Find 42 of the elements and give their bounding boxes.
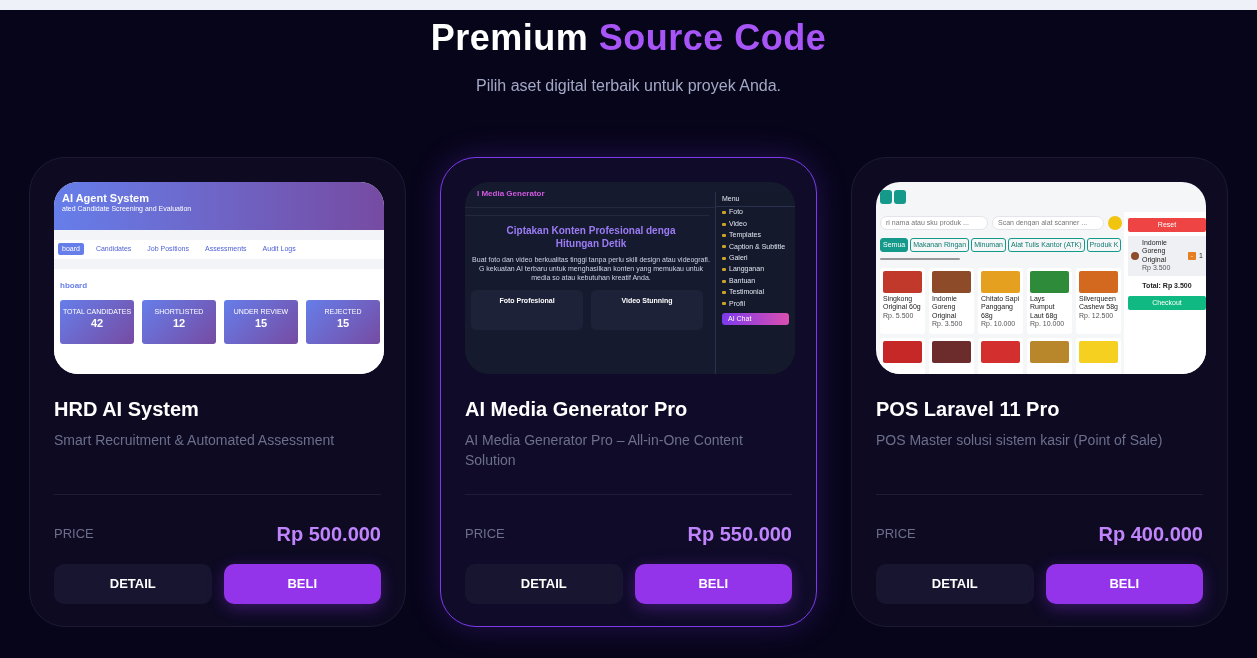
menu-item-icon [722, 256, 726, 260]
product-description: AI Media Generator Pro – All-in-One Content Solution [465, 430, 744, 470]
app-title: AI Agent System [62, 191, 150, 205]
heading-title-text: Premium [430, 17, 589, 58]
app-title: I Media Generator [477, 189, 545, 199]
buy-button[interactable]: BELI [1045, 563, 1203, 604]
price-label: PRICE [54, 524, 94, 543]
product-description: Smart Recruitment & Automated Assessment [54, 430, 336, 450]
product-thumbnail [1131, 251, 1139, 260]
stat-value: 15 [335, 316, 351, 330]
menu-item-icon [722, 290, 726, 294]
product-title: AI Media Generator Pro [465, 396, 689, 421]
section-title: hboard [60, 280, 89, 291]
toolbar-icon [880, 189, 892, 204]
hero-headline: Ciptakan Konten Profesional denga [505, 223, 677, 237]
stat-value: 42 [89, 316, 105, 330]
menu-item-icon [722, 245, 726, 249]
product-description: POS Master solusi sistem kasir (Point of Sale) [876, 430, 1164, 450]
menu-item-icon [722, 268, 726, 272]
menu-item-icon [722, 302, 726, 306]
stat-value: 12 [171, 316, 187, 330]
stat-value: 15 [253, 316, 269, 330]
hero-headline: Hitungan Detik [554, 236, 628, 250]
detail-button[interactable]: DETAIL [876, 563, 1034, 604]
buy-button[interactable]: BELI [634, 563, 792, 604]
heading-subtitle: Pilih aset digital terbaik untuk proyek Anda. [474, 75, 783, 96]
heading-title-text: Source Code [598, 17, 827, 58]
grid-icon[interactable] [894, 189, 906, 204]
menu-item-icon [722, 279, 726, 283]
product-title: POS Laravel 11 Pro [876, 396, 1061, 421]
price-label: PRICE [465, 524, 505, 543]
menu-item-icon [722, 233, 726, 237]
price-value: Rp 500.000 [276, 521, 381, 547]
detail-button[interactable]: DETAIL [465, 563, 623, 604]
menu-item-icon [722, 211, 726, 215]
price-label: PRICE [876, 524, 916, 543]
detail-button[interactable]: DETAIL [54, 563, 212, 604]
price-value: Rp 550.000 [687, 521, 792, 547]
product-title: HRD AI System [54, 396, 200, 421]
buy-button[interactable]: BELI [223, 563, 381, 604]
price-value: Rp 400.000 [1098, 521, 1203, 547]
menu-item-icon [722, 222, 726, 226]
